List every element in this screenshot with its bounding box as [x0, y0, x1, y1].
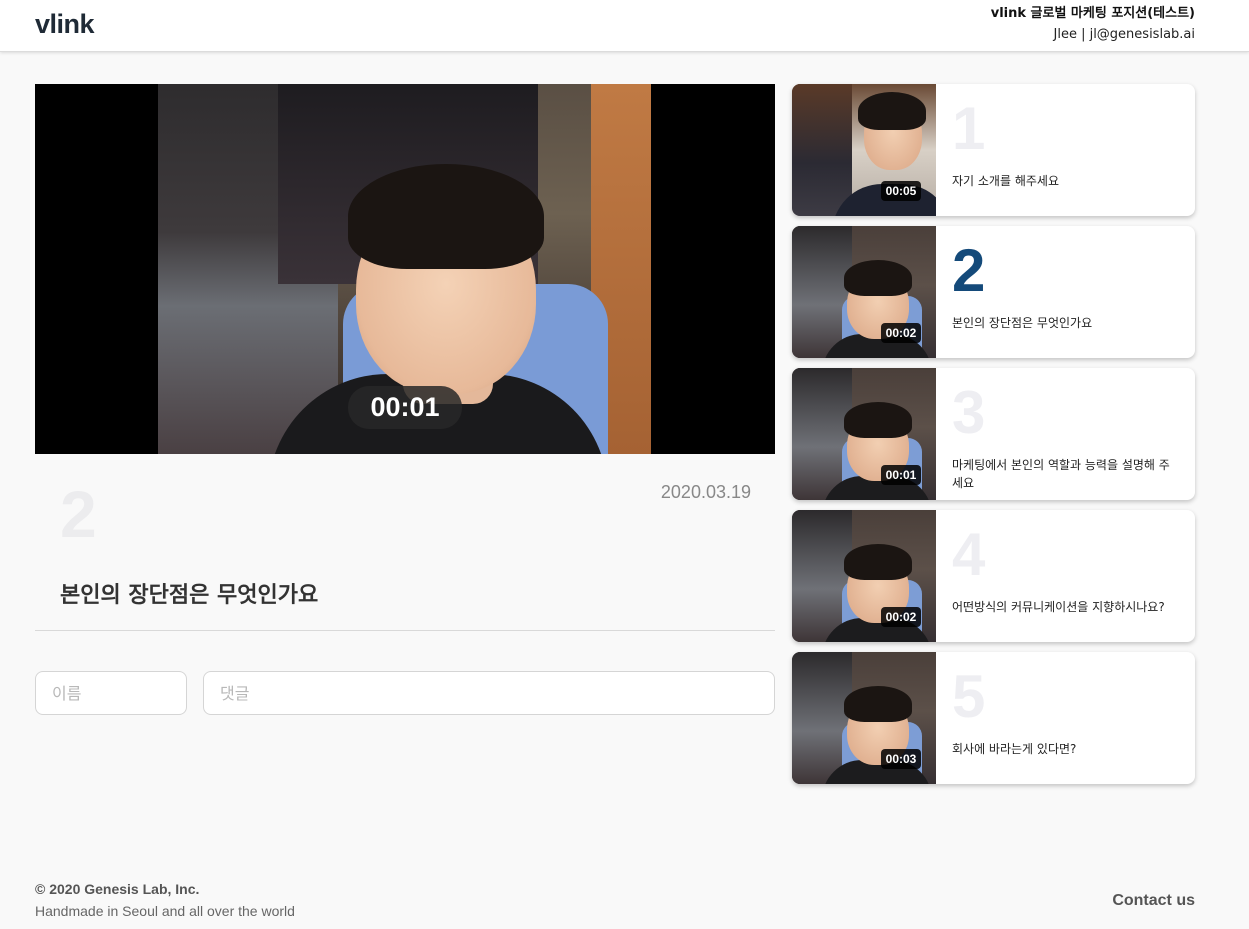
card-number: 1 — [952, 95, 986, 162]
comment-input[interactable] — [203, 671, 775, 715]
card-duration: 00:02 — [881, 607, 921, 627]
card-question-text: 마케팅에서 본인의 역할과 능력을 설명해 주세요 — [952, 458, 1170, 490]
card-number: 4 — [952, 521, 986, 588]
card-question-text: 자기 소개를 해주세요 — [952, 174, 1059, 188]
card-duration: 00:05 — [881, 181, 921, 201]
card-thumbnail: 00:02 — [792, 510, 936, 642]
top-header: vlink vlink 글로벌 마케팅 포지션(테스트) Jlee | jl@g… — [0, 0, 1249, 52]
video-player[interactable]: 00:01 — [35, 84, 775, 454]
card-thumbnail: 00:03 — [792, 652, 936, 784]
question-card-1[interactable]: 00:05 1 자기 소개를 해주세요 — [792, 84, 1195, 216]
card-thumbnail: 00:02 — [792, 226, 936, 358]
user-info: Jlee | jl@genesislab.ai — [1053, 27, 1196, 42]
question-card-4[interactable]: 00:02 4 어떤방식의 커뮤니케이션을 지향하시나요? — [792, 510, 1195, 642]
card-duration: 00:03 — [881, 749, 921, 769]
name-input[interactable] — [35, 671, 187, 715]
question-card-2[interactable]: 00:02 2 본인의 장단점은 무엇인가요 — [792, 226, 1195, 358]
card-thumbnail: 00:01 — [792, 368, 936, 500]
card-duration: 00:01 — [881, 465, 921, 485]
card-number: 2 — [952, 237, 986, 304]
card-number: 3 — [952, 379, 986, 446]
header-info: vlink 글로벌 마케팅 포지션(테스트) Jlee | jl@genesis… — [991, 5, 1195, 45]
position-title: vlink 글로벌 마케팅 포지션(테스트) — [990, 6, 1195, 21]
question-title: 본인의 장단점은 무엇인가요 — [60, 583, 319, 608]
footer-tagline: Handmade in Seoul and all over the world — [35, 903, 295, 919]
card-number: 5 — [952, 663, 986, 730]
video-timer: 00:01 — [348, 386, 462, 429]
question-date: 2020.03.19 — [660, 482, 751, 502]
footer-copyright: © 2020 Genesis Lab, Inc. — [35, 881, 200, 897]
question-card-5[interactable]: 00:03 5 회사에 바라는게 있다면? — [792, 652, 1195, 784]
question-number: 2 — [60, 477, 97, 551]
card-question-text: 회사에 바라는게 있다면? — [952, 742, 1077, 756]
card-thumbnail: 00:05 — [792, 84, 936, 216]
contact-us-link[interactable]: Contact us — [1112, 892, 1195, 910]
app-logo[interactable]: vlink — [35, 9, 95, 40]
card-question-text: 본인의 장단점은 무엇인가요 — [952, 316, 1093, 330]
divider — [35, 630, 775, 631]
card-duration: 00:02 — [881, 323, 921, 343]
card-question-text: 어떤방식의 커뮤니케이션을 지향하시나요? — [952, 600, 1165, 614]
question-card-3[interactable]: 00:01 3 마케팅에서 본인의 역할과 능력을 설명해 주세요 — [792, 368, 1195, 500]
